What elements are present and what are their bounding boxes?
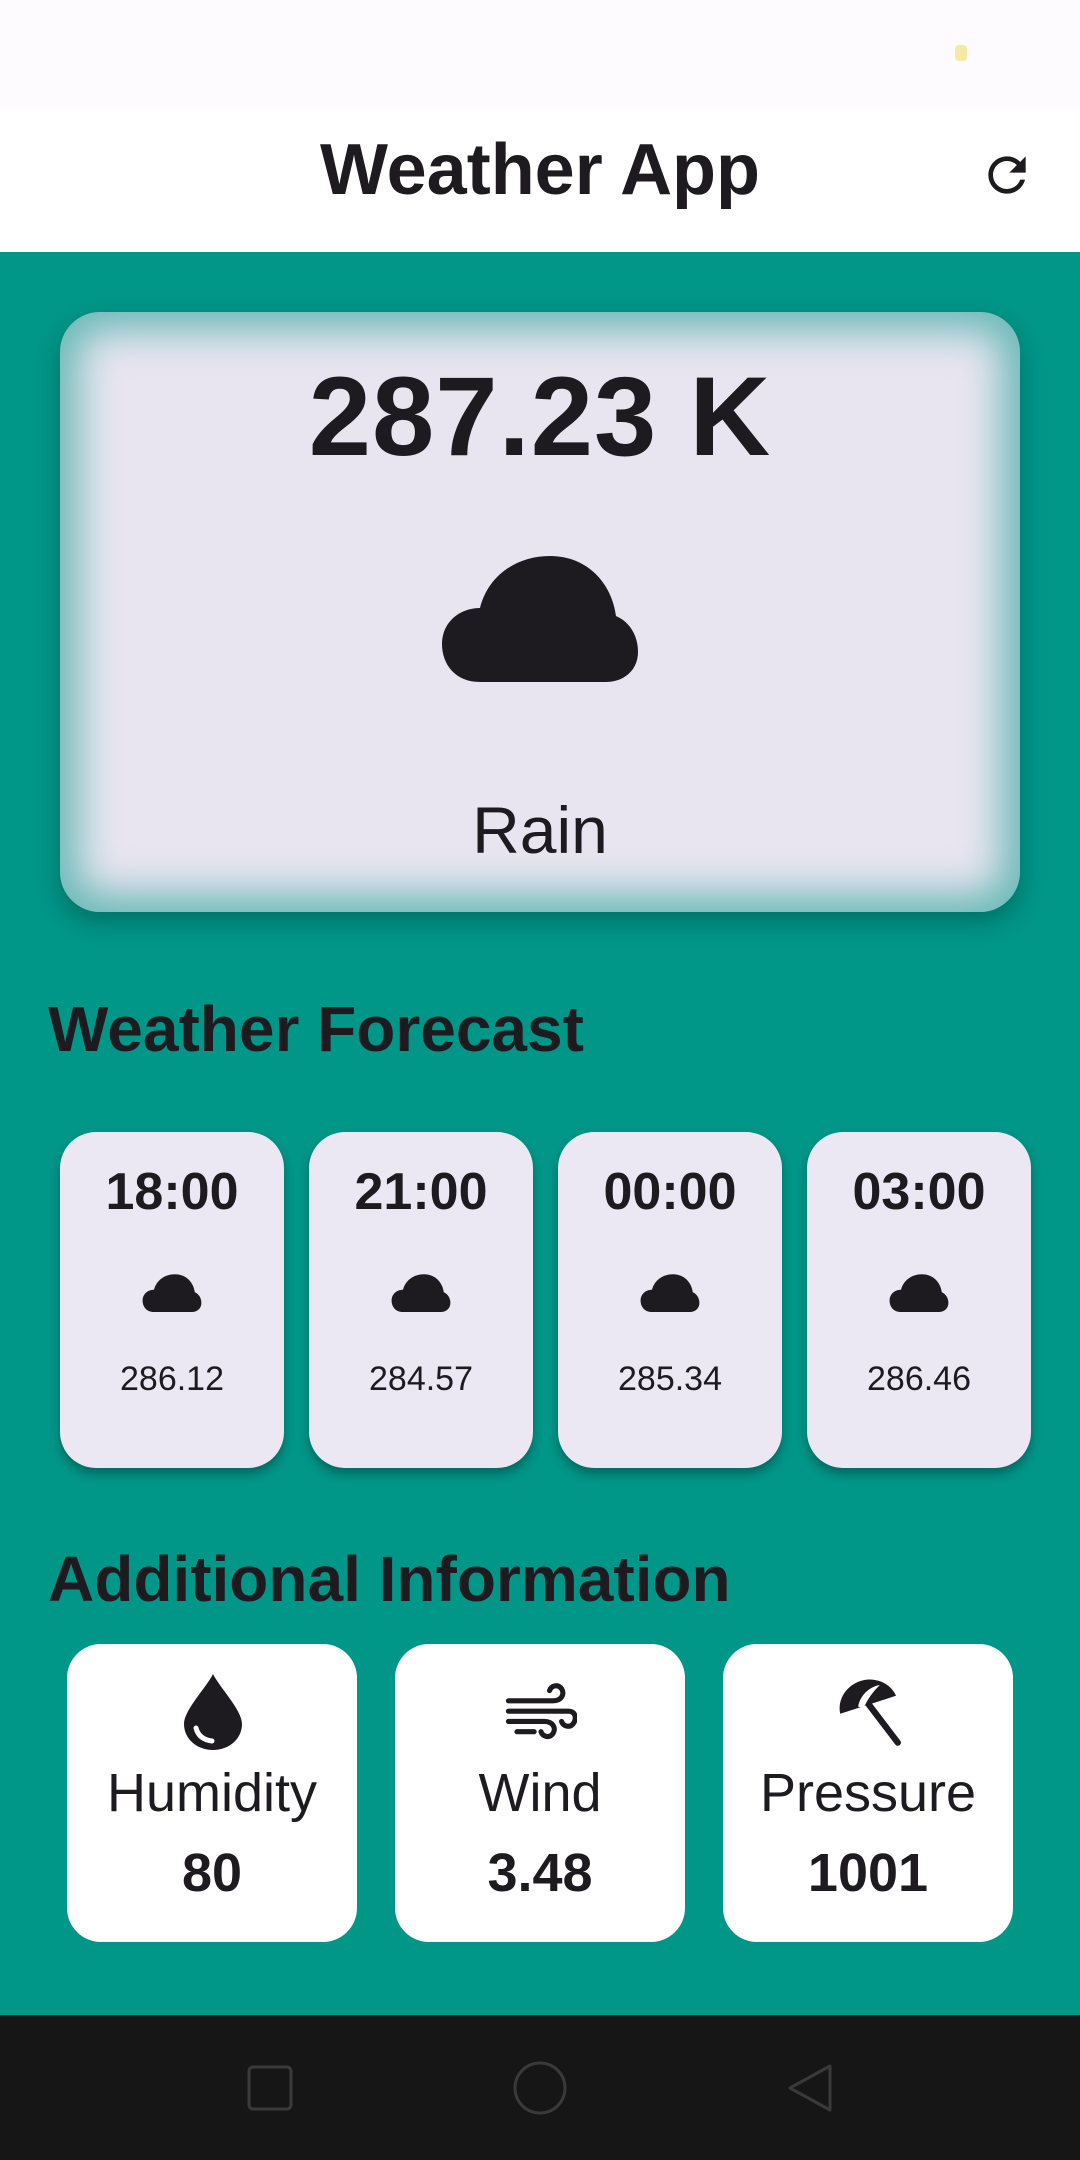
forecast-title: Weather Forecast: [48, 993, 584, 1065]
pressure-card: Pressure 1001: [723, 1644, 1013, 1942]
forecast-time: 03:00: [852, 1163, 986, 1221]
status-indicator: [955, 45, 967, 61]
home-button[interactable]: [505, 2053, 575, 2123]
wind-label: Wind: [478, 1763, 602, 1823]
cloud-icon: [442, 556, 638, 682]
app-title: Weather App: [319, 130, 761, 210]
pressure-label: Pressure: [759, 1763, 977, 1823]
refresh-button[interactable]: [972, 140, 1042, 210]
forecast-list[interactable]: 18:00 286.12 21:00 284.57 00:00 285.34 0…: [50, 1132, 1040, 1482]
forecast-temperature: 285.34: [618, 1360, 722, 1398]
cloud-icon: [391, 1274, 451, 1312]
forecast-card: 21:00 284.57: [309, 1132, 533, 1468]
forecast-temperature: 286.12: [120, 1360, 224, 1398]
forecast-temperature: 286.46: [867, 1360, 971, 1398]
recents-icon: [247, 2065, 293, 2111]
additional-info-title: Additional Information: [48, 1543, 731, 1615]
wind-icon: [505, 1672, 577, 1752]
forecast-card: 00:00 285.34: [558, 1132, 782, 1468]
app-bar: Weather App: [0, 110, 1080, 252]
status-bar: [0, 0, 1080, 110]
pressure-value: 1001: [807, 1843, 929, 1903]
system-nav-bar: [0, 2015, 1080, 2160]
current-temperature: 287.23 K: [308, 354, 772, 479]
back-icon: [788, 2064, 832, 2112]
humidity-card: Humidity 80: [67, 1644, 357, 1942]
humidity-value: 80: [181, 1843, 243, 1903]
wind-card: Wind 3.48: [395, 1644, 685, 1942]
forecast-card: 18:00 286.12: [60, 1132, 284, 1468]
home-icon: [513, 2061, 567, 2115]
back-button[interactable]: [775, 2053, 845, 2123]
forecast-temperature: 284.57: [369, 1360, 473, 1398]
cloud-icon: [142, 1274, 202, 1312]
recents-button[interactable]: [235, 2053, 305, 2123]
refresh-icon: [988, 156, 1026, 194]
water-drop-icon: [177, 1672, 249, 1752]
weather-description: Rain: [472, 793, 608, 867]
umbrella-icon: [833, 1672, 905, 1752]
forecast-time: 00:00: [603, 1163, 737, 1221]
current-weather-card: 287.23 K Rain: [60, 312, 1020, 912]
cloud-icon: [889, 1274, 949, 1312]
forecast-card: 03:00 286.46: [807, 1132, 1031, 1468]
forecast-time: 21:00: [354, 1163, 488, 1221]
main-content: 287.23 K Rain Weather Forecast 18:00 286…: [0, 252, 1080, 2015]
forecast-time: 18:00: [105, 1163, 239, 1221]
wind-value: 3.48: [487, 1843, 593, 1903]
cloud-icon: [640, 1274, 700, 1312]
humidity-label: Humidity: [106, 1763, 318, 1823]
